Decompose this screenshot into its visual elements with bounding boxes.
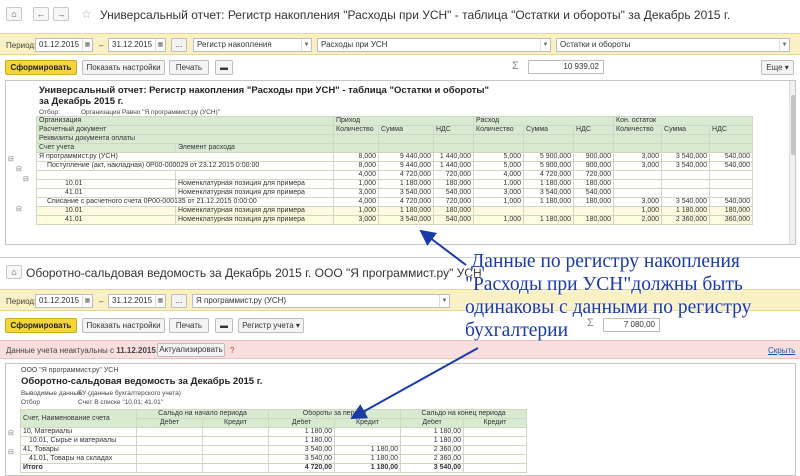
annotation-line: "Расходы при УСН"должны быть bbox=[465, 274, 743, 295]
annotation-arrows bbox=[350, 229, 479, 419]
annotation-line: Данные по регистру накопления bbox=[471, 251, 740, 272]
arrow-to-osv bbox=[350, 347, 479, 419]
annotation-line: одинаковы с данными по регистру bbox=[465, 297, 752, 318]
annotation-line: бухгалтерии bbox=[465, 320, 569, 341]
arrow-to-register bbox=[419, 229, 467, 266]
